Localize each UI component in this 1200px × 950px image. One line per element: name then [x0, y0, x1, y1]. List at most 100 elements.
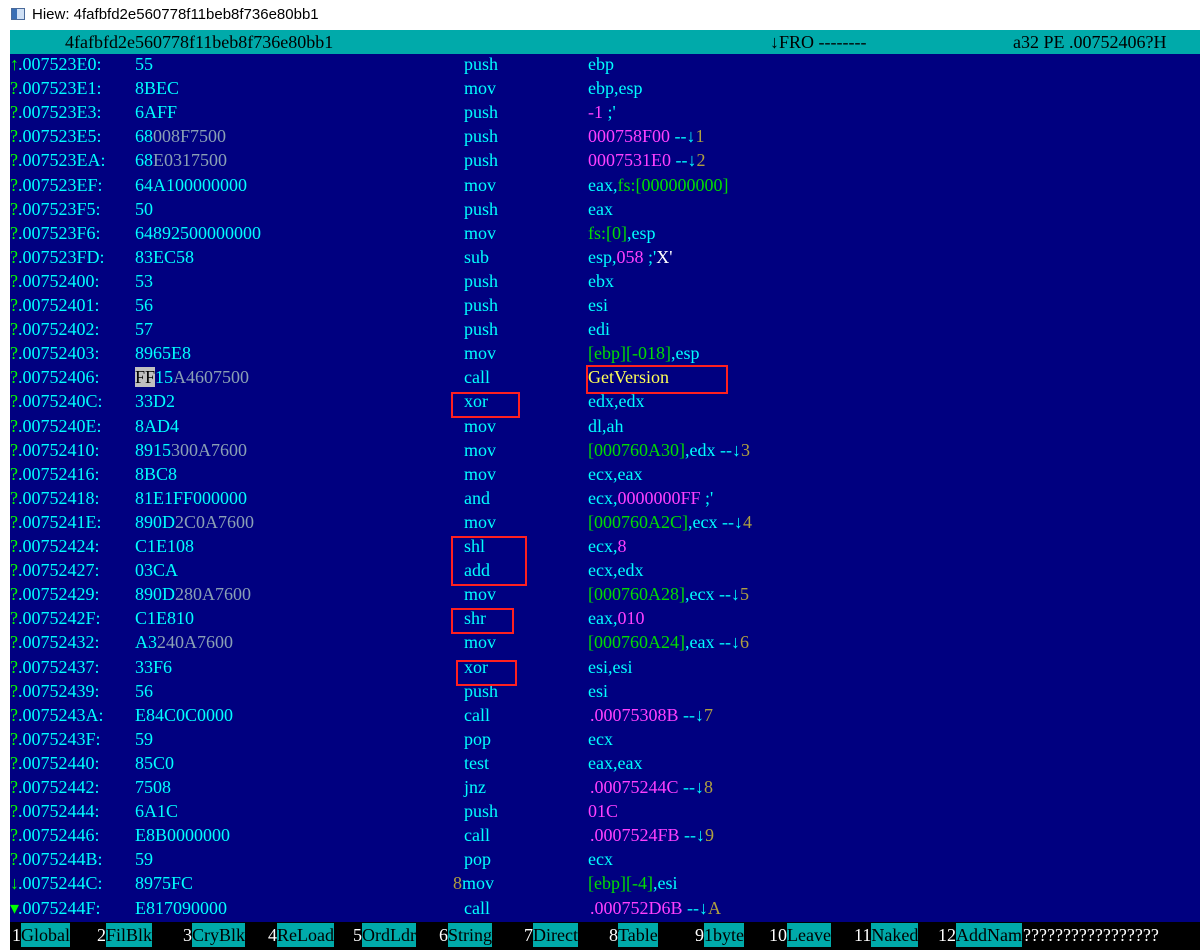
line-operands: dl,ah — [588, 415, 624, 436]
fkey-10[interactable]: 10Leave — [769, 922, 831, 950]
code-line[interactable]: ? .0075240C: 33D2 xor edx,edx — [10, 391, 1200, 415]
line-mnemonic: mov — [464, 584, 497, 605]
code-line[interactable]: ? .007523EF: 64A100000000 mov eax,fs:[000000… — [10, 175, 1200, 199]
highlight-box-shr — [451, 608, 514, 634]
line-hex-bytes: 8BC8 — [135, 463, 178, 484]
line-hex-bytes: 8965E8 — [135, 343, 191, 364]
code-line[interactable]: ? .00752402: 57 push edi — [10, 319, 1200, 343]
fkey-6[interactable]: 6String — [439, 922, 493, 950]
line-hex-bytes: 33D2 — [135, 391, 175, 412]
code-line[interactable]: ? .00752427: 03CA add ecx,edx — [10, 560, 1200, 584]
fkey-11[interactable]: 11Naked — [854, 922, 919, 950]
code-line[interactable]: ? .0075243A: E84C0C0000 call .00075308B --↓7 — [10, 705, 1200, 729]
line-address: .007523EF: — [18, 174, 103, 195]
code-line[interactable]: ? .007523EA: 68E0317500 push 0007531E0 --↓2 — [10, 150, 1200, 174]
line-hex-bytes: FF15A4607500 — [135, 367, 250, 388]
code-line[interactable]: ↑ .007523E0: 55 push ebp — [10, 54, 1200, 78]
line-mnemonic: mov — [464, 439, 497, 460]
line-operands: esi — [588, 295, 608, 315]
code-line[interactable]: ? .007523E5: 68008F7500 push 000758F00 --↓1 — [10, 126, 1200, 150]
line-mnemonic: mov — [464, 174, 497, 195]
line-marker: ? — [10, 608, 18, 629]
code-line[interactable]: ? .007523F5: 50 push eax — [10, 199, 1200, 223]
line-hex-bytes: 53 — [135, 270, 153, 291]
code-line[interactable]: ? .00752446: E8B0000000 call .0007524FB --↓9 — [10, 825, 1200, 849]
line-hex-bytes: 55 — [135, 54, 153, 74]
code-line[interactable]: ? .00752401: 56 push esi — [10, 295, 1200, 319]
code-line[interactable]: ? .007523E1: 8BEC mov ebp,esp — [10, 78, 1200, 102]
code-line[interactable]: ? .00752440: 85C0 test eax,eax — [10, 753, 1200, 777]
fkey-4[interactable]: 4ReLoad — [268, 922, 334, 950]
code-line[interactable]: ▾ .0075244F: E817090000 call .000752D6B --↓A — [10, 898, 1200, 922]
line-address: .00752439: — [18, 680, 100, 701]
line-address: .0075240C: — [18, 391, 103, 412]
code-line[interactable]: ? .0075240E: 8AD4 mov dl,ah — [10, 416, 1200, 440]
line-marker: ? — [10, 126, 18, 147]
disassembly-view[interactable]: 4fafbfd2e560778f11beb8f736e80bb1 ↓FRO --… — [10, 30, 1200, 950]
line-mnemonic: call — [464, 704, 490, 725]
window-title: Hiew: 4fafbfd2e560778f11beb8f736e80bb1 — [32, 6, 319, 23]
line-operands: ecx — [588, 849, 613, 870]
line-mnemonic: sub — [464, 246, 490, 267]
line-operands: esp,058 ;'X' — [588, 246, 673, 267]
code-line[interactable]: ? .00752444: 6A1C push 01C — [10, 801, 1200, 825]
line-mnemonic: mov — [464, 463, 497, 484]
fkey-12[interactable]: 12AddNam — [938, 922, 1022, 950]
fkey-label: Leave — [787, 923, 831, 947]
line-operands: ecx,eax — [588, 463, 643, 484]
line-marker: ? — [10, 632, 18, 653]
line-operands: esi — [588, 680, 608, 701]
line-hex-bytes: 50 — [135, 198, 153, 219]
fkey-3[interactable]: 3CryBlk — [183, 922, 246, 950]
code-line[interactable]: ↓ .0075244C: 8975FC 8mov [ebp][-4],esi — [10, 873, 1200, 897]
code-line[interactable]: ? .00752442: 7508 jnz .00075244C --↓8 — [10, 777, 1200, 801]
line-hex-bytes: 7508 — [135, 777, 171, 797]
line-operands: [000760A28],ecx --↓5 — [588, 584, 749, 605]
fkey-2[interactable]: 2FilBlk — [97, 922, 153, 950]
code-line[interactable]: ? .00752439: 56 push esi — [10, 681, 1200, 705]
code-line[interactable]: ? .0075243F: 59 pop ecx — [10, 729, 1200, 753]
line-operands: .000752D6B --↓A — [590, 897, 722, 918]
code-line[interactable]: ? .00752429: 890D280A7600 mov [000760A28],ec… — [10, 584, 1200, 608]
code-line[interactable]: ? .007523FD: 83EC58 sub esp,058 ;'X' — [10, 247, 1200, 271]
fkey-number: 10 — [769, 925, 787, 945]
code-line[interactable]: ? .007523F6: 64892500000000 mov fs:[0],esp — [10, 223, 1200, 247]
code-line[interactable]: ? .00752418: 81E1FF000000 and ecx,0000000FF … — [10, 488, 1200, 512]
line-mnemonic: push — [464, 54, 499, 74]
code-line[interactable]: ? .0075244B: 59 pop ecx — [10, 849, 1200, 873]
line-operands: [ebp][-018],esp — [588, 343, 700, 364]
code-line[interactable]: ? .00752403: 8965E8 mov [ebp][-018],esp — [10, 343, 1200, 367]
line-hex-bytes: A3240A7600 — [135, 632, 233, 653]
line-address: .00752446: — [18, 825, 100, 846]
code-line[interactable]: ? .00752416: 8BC8 mov ecx,eax — [10, 464, 1200, 488]
line-hex-bytes: C1E810 — [135, 608, 195, 629]
code-line[interactable]: ? .00752432: A3240A7600 mov [000760A24],eax … — [10, 632, 1200, 656]
code-line[interactable]: ? .0075241E: 890D2C0A7600 mov [000760A2C],ec… — [10, 512, 1200, 536]
code-line[interactable]: ? .00752410: 8915300A7600 mov [000760A30],ed… — [10, 440, 1200, 464]
line-address: .007523F5: — [18, 198, 101, 219]
code-line[interactable]: ? .00752400: 53 push ebx — [10, 271, 1200, 295]
fkey-1[interactable]: 1Global — [12, 922, 70, 950]
fkey-8[interactable]: 8Table — [609, 922, 658, 950]
line-operands: ebp — [588, 54, 614, 74]
code-line[interactable]: ? .00752437: 33F6 xor esi,esi — [10, 657, 1200, 681]
line-address: .007523E1: — [18, 78, 102, 99]
line-marker: ? — [10, 415, 18, 436]
fkey-5[interactable]: 5OrdLdr — [353, 922, 416, 950]
fkey-9[interactable]: 91byte — [695, 922, 744, 950]
line-operands: edx,edx — [588, 391, 645, 412]
highlight-box-xor-1 — [451, 392, 520, 418]
code-line[interactable]: ? .007523E3: 6AFF push -1 ;' — [10, 102, 1200, 126]
code-line[interactable]: ? .0075242F: C1E810 shr eax,010 — [10, 608, 1200, 632]
line-address: .00752437: — [18, 656, 100, 677]
line-marker: ? — [10, 391, 18, 412]
line-marker: ? — [10, 463, 18, 484]
line-marker: ? — [10, 222, 18, 243]
line-address: .00752418: — [18, 487, 100, 508]
line-address: .00752424: — [18, 536, 100, 556]
code-line[interactable]: ? .00752424: C1E108 shl ecx,8 — [10, 536, 1200, 560]
line-operands: ecx,8 — [588, 536, 627, 556]
fkey-7[interactable]: 7Direct — [524, 922, 578, 950]
line-mnemonic: push — [464, 198, 499, 219]
line-mnemonic: push — [464, 801, 499, 822]
